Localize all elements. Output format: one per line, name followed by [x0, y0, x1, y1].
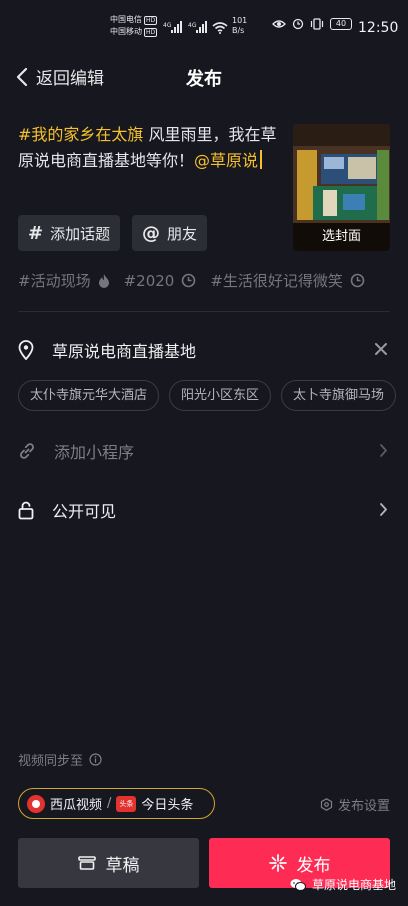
- location-suggestion-chip[interactable]: 太卜寺旗御马场: [281, 380, 397, 411]
- hd-badge: HD: [144, 15, 158, 25]
- svg-text:4G: 4G: [188, 22, 197, 29]
- speed-unit: B/s: [232, 26, 245, 35]
- watermark-text: 草原说电商基地: [311, 878, 396, 892]
- topic-label: #生活很好记得微笑: [210, 272, 343, 290]
- cover-label: 选封面: [293, 223, 390, 251]
- toutiao-icon: 头条: [116, 795, 137, 812]
- carrier-info: 中国电信 HD 中国移动 HD: [110, 14, 158, 38]
- wifi-icon: [212, 22, 228, 37]
- separator: /: [107, 796, 112, 811]
- info-icon[interactable]: [89, 753, 102, 766]
- wechat-icon: [290, 878, 306, 891]
- topic-label: #2020: [123, 271, 175, 290]
- carrier-name: 中国电信: [110, 15, 142, 24]
- topic-suggestion[interactable]: #活动现场: [18, 270, 110, 291]
- header: 返回编辑 发布: [0, 58, 408, 98]
- description-mention: @草原说: [194, 151, 259, 170]
- description-hashtag: #我的家乡在太旗: [18, 125, 144, 144]
- sync-label: 视频同步至: [18, 750, 102, 769]
- chevron-right-icon: [380, 444, 387, 457]
- draft-label: 草稿: [105, 855, 140, 876]
- add-mini-program-label: 添加小程序: [54, 443, 135, 462]
- clock-icon: [350, 273, 365, 288]
- divider: [18, 311, 390, 312]
- topic-suggestions: #活动现场 #2020 #生活很好记得微笑: [18, 270, 365, 291]
- location-suggestion-chip[interactable]: 阳光小区东区: [169, 380, 272, 411]
- network-speed: 101 B/s: [232, 16, 247, 36]
- visibility-label: 公开可见: [52, 502, 117, 521]
- publish-label: 发布: [296, 855, 331, 876]
- friends-label: 朋友: [167, 224, 198, 243]
- battery-icon: 40: [330, 18, 352, 30]
- sync-label-text: 视频同步至: [18, 754, 84, 769]
- text-caret: [260, 150, 263, 169]
- topic-suggestion[interactable]: #生活很好记得微笑: [210, 270, 365, 291]
- clock-icon: [182, 273, 196, 288]
- watermark: 草原说电商基地: [290, 876, 396, 893]
- location-pin-icon: [18, 340, 34, 360]
- publish-settings-button[interactable]: 发布设置: [320, 795, 390, 814]
- location-suggestion-chip[interactable]: 太仆寺旗元华大酒店: [18, 380, 160, 411]
- publish-settings-label: 发布设置: [337, 799, 390, 814]
- alarm-icon: [292, 18, 304, 30]
- sync-platforms-toggle[interactable]: 西瓜视频 / 头条 今日头条: [18, 788, 215, 819]
- close-icon[interactable]: [374, 342, 388, 356]
- link-icon: [20, 443, 34, 459]
- at-icon: @: [142, 222, 160, 244]
- hd-badge: HD: [144, 27, 158, 37]
- unlock-icon: [18, 501, 34, 519]
- sparkle-icon: [268, 854, 287, 872]
- status-icons: 40: [272, 18, 352, 30]
- chevron-right-icon: [380, 503, 387, 516]
- location-name: 草原说电商直播基地: [52, 342, 197, 361]
- toutiao-label: 今日头条: [141, 798, 194, 813]
- eye-icon: [272, 20, 286, 28]
- svg-text:4G: 4G: [163, 22, 172, 29]
- page-title: 发布: [186, 69, 222, 90]
- add-mini-program-row[interactable]: 添加小程序: [18, 436, 390, 466]
- carrier-name: 中国移动: [110, 27, 142, 36]
- draft-box-icon: [77, 856, 96, 870]
- clock: 12:50: [358, 20, 399, 36]
- xigua-video-icon: [27, 794, 45, 813]
- topic-label: #活动现场: [18, 272, 91, 290]
- vibrate-icon: [310, 18, 324, 30]
- location-suggestions: 太仆寺旗元华大酒店 阳光小区东区 太卜寺旗御马场: [18, 380, 397, 411]
- settings-icon: [320, 798, 333, 811]
- description-input[interactable]: #我的家乡在太旗 风里雨里，我在草原说电商直播基地等你！@草原说: [18, 122, 280, 174]
- add-topic-label: 添加话题: [50, 224, 111, 243]
- hashtag-icon: #: [28, 222, 44, 244]
- flame-icon: [98, 274, 109, 288]
- signal-icon: 4G: [163, 20, 185, 37]
- xigua-label: 西瓜视频: [50, 798, 103, 813]
- save-draft-button[interactable]: 草稿: [18, 838, 199, 888]
- status-bar: 中国电信 HD 中国移动 HD 4G 4G 101 B/s 40 12:50: [0, 0, 408, 58]
- mention-friends-button[interactable]: @ 朋友: [132, 215, 208, 251]
- topic-suggestion[interactable]: #2020: [124, 270, 197, 291]
- cover-selector[interactable]: 选封面: [293, 124, 390, 251]
- signal-icon: 4G: [188, 20, 210, 37]
- visibility-row[interactable]: 公开可见: [18, 495, 390, 525]
- speed-value: 101: [232, 16, 248, 25]
- add-topic-button[interactable]: # 添加话题: [18, 215, 121, 251]
- location-row[interactable]: 草原说电商直播基地: [18, 335, 390, 365]
